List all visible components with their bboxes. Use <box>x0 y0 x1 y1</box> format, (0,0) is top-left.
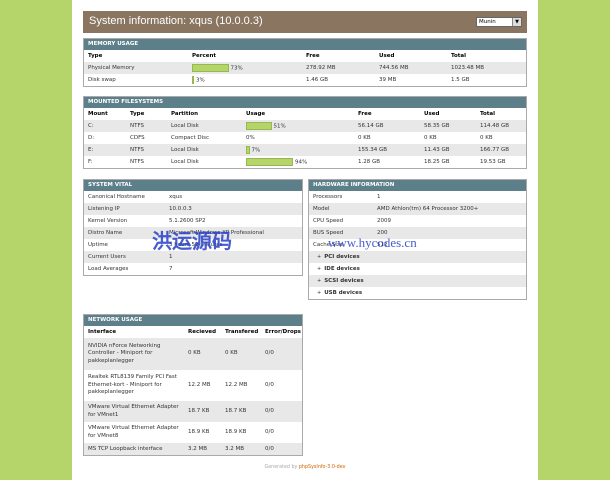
usage-bar <box>246 146 250 154</box>
table-row: Processors 1 <box>313 194 381 200</box>
col-partition: Partition <box>171 111 199 117</box>
table-row: D: CDFS Compact Disc 0% 0 KB 0 KB 0 KB <box>88 135 493 141</box>
col-received: Recieved <box>188 329 217 335</box>
device-row-pci[interactable]: + PCI devices <box>309 251 526 263</box>
table-row: VMware Virtual Ethernet Adapter for VMne… <box>84 401 302 422</box>
expand-icon[interactable]: + <box>317 254 321 260</box>
network-usage-panel: NETWORK USAGE Interface Recieved Transfe… <box>83 314 303 456</box>
table-row: Load Averages 7 <box>88 266 173 272</box>
template-select-value: Munin <box>479 19 496 25</box>
table-row: MS TCP Loopback interface 3.2 MB 3.2 MB … <box>84 443 302 455</box>
memory-usage-heading: MEMORY USAGE <box>84 39 526 50</box>
page-title: System information: xqus (10.0.0.3) <box>89 15 263 27</box>
chevron-down-icon[interactable]: ▼ <box>512 18 521 26</box>
col-free: Free <box>306 53 320 59</box>
col-mount: Mount <box>88 111 108 117</box>
usage-bar <box>246 122 272 130</box>
col-used: Used <box>379 53 395 59</box>
col-interface: Interface <box>88 329 117 335</box>
table-row: Disk swap 3% 1.46 GB 39 MB 1.5 GB <box>88 76 470 84</box>
title-bar: System information: xqus (10.0.0.3) Muni… <box>83 11 527 33</box>
memory-table: Type Percent Free Used Total Physical Me… <box>84 50 526 86</box>
table-row: VMware Virtual Ethernet Adapter for VMne… <box>88 425 274 439</box>
network-header-row: Interface Recieved Transfered Error/Drop… <box>84 326 302 338</box>
table-row: Realtek RTL8139 Family PCI Fast Ethernet… <box>88 374 274 396</box>
col-transfered: Transfered <box>225 329 259 335</box>
table-row: CPU Speed 2009 <box>313 218 391 224</box>
memory-usage-panel: MEMORY USAGE Type Percent Free Used Tota… <box>83 38 527 87</box>
filesystems-panel: MOUNTED FILESYSTEMS Mount Type Partition… <box>83 96 527 169</box>
page-container: System information: xqus (10.0.0.3) Muni… <box>72 0 538 480</box>
col-total: Total <box>480 111 496 117</box>
filesystems-table: Mount Type Partition Usage Free Used Tot… <box>84 108 526 168</box>
expand-icon[interactable]: + <box>317 266 321 272</box>
hardware-info-heading: HARDWARE INFORMATION <box>309 180 526 191</box>
device-row-usb[interactable]: + USB devices <box>309 287 526 299</box>
col-used: Used <box>424 111 440 117</box>
table-row: E: NTFS Local Disk 7% 155.34 GB 11.43 GB… <box>84 144 526 156</box>
table-row: Model AMD Athlon(tm) 64 Processor 3200+ <box>309 203 526 215</box>
table-row: C: NTFS Local Disk 51% 56.14 GB 58.35 GB… <box>84 120 526 132</box>
usage-bar <box>246 158 293 166</box>
device-row-ide[interactable]: + IDE devices <box>309 263 526 275</box>
expand-icon[interactable]: + <box>317 290 321 296</box>
network-usage-heading: NETWORK USAGE <box>84 315 302 326</box>
footer-link[interactable]: phpSysInfo-3.0-dev <box>299 465 346 470</box>
expand-icon[interactable]: + <box>317 278 321 284</box>
col-free: Free <box>358 111 372 117</box>
footer: Generated by phpSysInfo-3.0-dev <box>72 465 538 470</box>
col-percent: Percent <box>192 53 217 59</box>
template-select[interactable]: Munin ▼ <box>476 17 522 27</box>
watermark-url: www.hycodes.cn <box>328 235 417 250</box>
watermark-chinese: 洪运源码 <box>152 231 232 253</box>
col-type: Type <box>88 53 103 59</box>
filesystems-header-row: Mount Type Partition Usage Free Used Tot… <box>84 108 526 120</box>
table-row: Listening IP 10.0.0.3 <box>84 203 302 215</box>
memory-header-row: Type Percent Free Used Total <box>84 50 526 62</box>
network-table: Interface Recieved Transfered Error/Drop… <box>84 326 302 455</box>
system-vital-heading: SYSTEM VITAL <box>84 180 302 191</box>
usage-bar <box>192 76 194 84</box>
col-type: Type <box>130 111 145 117</box>
table-row: Canonical Hostname xqus <box>88 194 183 200</box>
usage-bar <box>192 64 229 72</box>
filesystems-heading: MOUNTED FILESYSTEMS <box>84 97 526 108</box>
table-row: NVIDIA nForce Networking Controller - Mi… <box>84 338 302 370</box>
table-row: F: NTFS Local Disk 94% 1.28 GB 18.25 GB … <box>88 158 506 166</box>
table-row: Physical Memory 73% 278.92 MB 744.56 MB … <box>84 62 526 74</box>
footer-prefix: Generated by <box>264 465 298 470</box>
col-usage: Usage <box>246 111 266 117</box>
col-total: Total <box>451 53 467 59</box>
col-errors: Error/Drops <box>265 329 301 335</box>
device-row-scsi[interactable]: + SCSI devices <box>309 275 526 287</box>
